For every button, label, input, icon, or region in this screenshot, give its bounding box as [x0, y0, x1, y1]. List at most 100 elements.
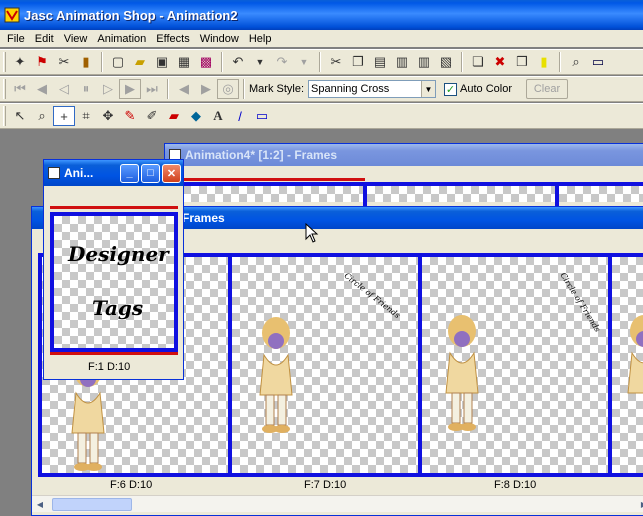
close-button[interactable]: ✕ — [162, 163, 181, 183]
mark-style-value: Spanning Cross — [311, 83, 390, 95]
frame-9[interactable] — [608, 253, 643, 477]
auto-color-checkbox[interactable]: ✓ — [444, 82, 458, 96]
frame-7[interactable]: Circle of Friends — [228, 253, 422, 477]
copy-icon[interactable]: ❐ — [347, 52, 369, 72]
vcr-toolbar: ⏮ ◀ ◁ ⏸ ▷ ▶ ⏭ ◀ ▶ ◎ Mark Style: Spanning… — [0, 76, 643, 102]
onion-skin-icon[interactable]: ◎ — [217, 79, 239, 99]
red-bar — [175, 178, 365, 181]
preview-canvas-area: Designer Tags — [48, 190, 180, 356]
move-tool-icon[interactable]: + — [53, 106, 75, 126]
menu-file[interactable]: File — [2, 33, 30, 45]
save-frames-icon[interactable]: ▦ — [173, 52, 195, 72]
pause-icon[interactable]: ⏸ — [75, 79, 97, 99]
menu-help[interactable]: Help — [244, 33, 277, 45]
animation-preview-window[interactable]: Ani... _ □ ✕ Designer Tags F:1 D:10 — [43, 159, 184, 380]
play-icon[interactable]: ▷ — [97, 79, 119, 99]
optimize-preview-icon[interactable]: ▮ — [75, 52, 97, 72]
menu-view[interactable]: View — [59, 33, 93, 45]
chevron-down-icon[interactable]: ▼ — [421, 81, 436, 97]
mouse-cursor-icon — [305, 223, 319, 243]
frame-caption-text: Circle of Friends — [342, 271, 402, 321]
app-icon — [4, 7, 20, 23]
next-frame-icon[interactable]: ⏭ — [141, 79, 163, 99]
cut-icon[interactable]: ✂ — [325, 52, 347, 72]
red-bar — [50, 206, 178, 209]
first-frame-icon[interactable]: ⏮ — [9, 79, 31, 99]
girl-figure — [246, 315, 306, 438]
rectangle-tool-icon[interactable]: ▭ — [251, 106, 273, 126]
prev-icon[interactable]: ◀ — [173, 79, 195, 99]
preview-titlebar[interactable]: Ani... _ □ ✕ — [44, 160, 183, 186]
delete-icon[interactable]: ✖ — [489, 52, 511, 72]
play-back-icon[interactable]: ◁ — [53, 79, 75, 99]
text-tool-icon[interactable]: A — [207, 106, 229, 126]
animation4-title: Animation4* [1:2] - Frames — [185, 148, 338, 162]
highlight-icon[interactable]: ▮ — [533, 52, 555, 72]
preview-frame-label: F:1 D:10 — [88, 361, 131, 373]
app-titlebar[interactable]: Jasc Animation Shop - Animation2 — [0, 0, 643, 30]
frames-view-icon[interactable]: ▭ — [587, 52, 609, 72]
document-icon — [48, 167, 60, 179]
redo-dropdown-icon[interactable]: ▼ — [293, 52, 315, 72]
menu-edit[interactable]: Edit — [30, 33, 59, 45]
paintbrush-icon[interactable]: ✐ — [141, 106, 163, 126]
prev-frame-icon[interactable]: ◀ — [31, 79, 53, 99]
auto-color-label: Auto Color — [460, 83, 512, 95]
paste-into-icon[interactable]: ▧ — [435, 52, 457, 72]
menu-bar: File Edit View Animation Effects Window … — [0, 30, 643, 47]
frame-divider — [363, 186, 367, 206]
red-bar — [50, 352, 178, 355]
frame-7-label: F:7 D:10 — [304, 479, 347, 491]
save-icon[interactable]: ▣ — [151, 52, 173, 72]
arrow-icon[interactable]: ↖ — [9, 106, 31, 126]
wizard-icon[interactable]: ✦ — [9, 52, 31, 72]
frame-8[interactable]: Circle of Friends — [418, 253, 612, 477]
scroll-thumb[interactable] — [52, 497, 132, 511]
girl-figure — [624, 313, 643, 436]
optimize-icon[interactable]: ✂ — [53, 52, 75, 72]
paste-before-icon[interactable]: ▥ — [391, 52, 413, 72]
menu-animation[interactable]: Animation — [92, 33, 151, 45]
mark-style-select[interactable]: Spanning Cross ▼ — [308, 80, 437, 98]
minimize-button[interactable]: _ — [120, 163, 139, 183]
paste-after-icon[interactable]: ▥ — [413, 52, 435, 72]
tools-toolbar: ↖ ⌕ + ⌗ ✥ ✎ ✐ ▰ ◆ A / ▭ — [0, 103, 643, 129]
horizontal-scrollbar[interactable]: ◀ ▶ — [32, 495, 643, 512]
standard-toolbar: ✦ ⚑ ✂ ▮ ▢ ▰ ▣ ▦ ▩ ↶ ▼ ↷ ▼ ✂ ❐ ▤ ▥ ▥ ▧ ❏ … — [0, 49, 643, 75]
print-icon[interactable]: ▩ — [195, 52, 217, 72]
toolbar-grip[interactable] — [3, 79, 6, 99]
clear-label: Clear — [533, 83, 561, 95]
open-icon[interactable]: ▰ — [129, 52, 151, 72]
menu-effects[interactable]: Effects — [151, 33, 194, 45]
eraser-icon[interactable]: ▰ — [163, 106, 185, 126]
crop-tool-icon[interactable]: ⌗ — [75, 106, 97, 126]
scroll-left-icon[interactable]: ◀ — [32, 496, 48, 512]
scroll-right-icon[interactable]: ▶ — [636, 496, 643, 512]
clear-button[interactable]: Clear — [526, 79, 568, 99]
animation4-titlebar[interactable]: Animation4* [1:2] - Frames — [165, 144, 643, 166]
undo-dropdown-icon[interactable]: ▼ — [249, 52, 271, 72]
tags-text: Tags — [92, 296, 144, 320]
menu-window[interactable]: Window — [195, 33, 244, 45]
mover-icon[interactable]: ✥ — [97, 106, 119, 126]
new-icon[interactable]: ▢ — [107, 52, 129, 72]
mark-style-label: Mark Style: — [249, 83, 305, 95]
animation4-frames-strip — [175, 178, 643, 206]
next-icon[interactable]: ▶ — [195, 79, 217, 99]
zoom-icon[interactable]: ⌕ — [565, 52, 587, 72]
toolbar-grip[interactable] — [3, 52, 6, 72]
undo-icon[interactable]: ↶ — [227, 52, 249, 72]
dropper-icon[interactable]: ✎ — [119, 106, 141, 126]
paste-icon[interactable]: ▤ — [369, 52, 391, 72]
line-tool-icon[interactable]: / — [229, 106, 251, 126]
toolbar-grip[interactable] — [3, 106, 6, 126]
maximize-button[interactable]: □ — [141, 163, 160, 183]
play-active-icon[interactable]: ▶ — [119, 79, 141, 99]
frames-title: Frames — [182, 211, 225, 225]
crop-icon[interactable]: ❏ — [467, 52, 489, 72]
zoom-tool-icon[interactable]: ⌕ — [31, 106, 53, 126]
banner-wizard-icon[interactable]: ⚑ — [31, 52, 53, 72]
fill-icon[interactable]: ◆ — [185, 106, 207, 126]
redo-icon[interactable]: ↷ — [271, 52, 293, 72]
duplicate-icon[interactable]: ❒ — [511, 52, 533, 72]
